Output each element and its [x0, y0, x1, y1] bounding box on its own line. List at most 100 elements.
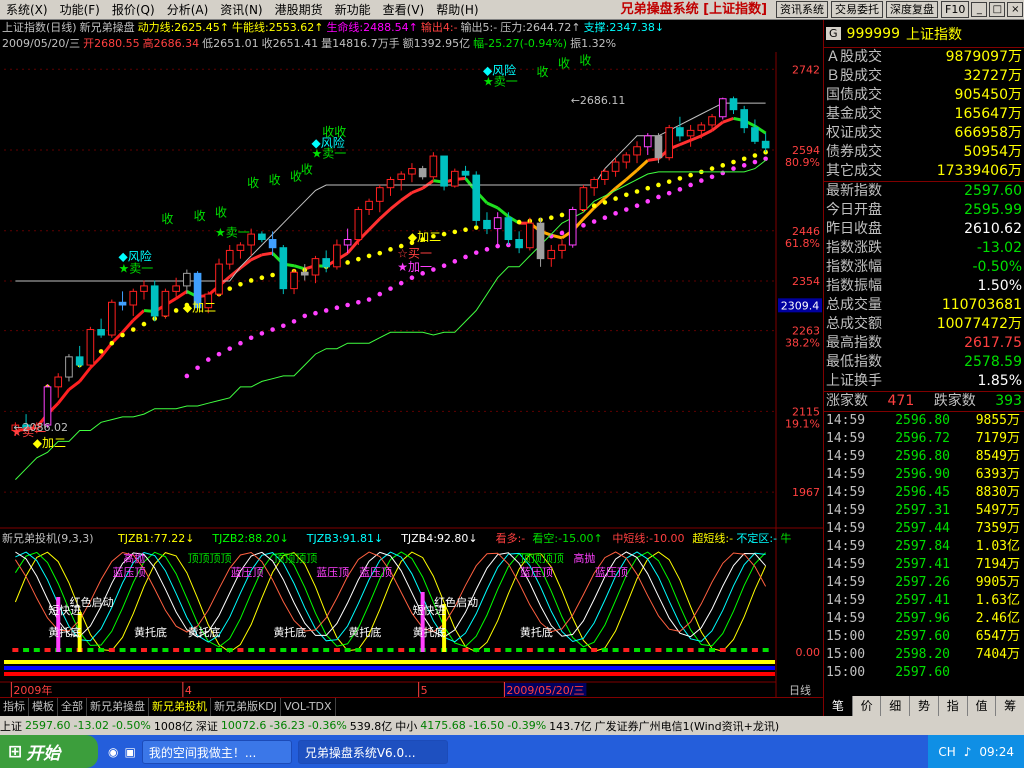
menu-item-0[interactable]: 系统(X)	[0, 1, 54, 19]
candle-body[interactable]	[161, 290, 170, 317]
desktop-icon[interactable]: ▣	[124, 745, 135, 759]
indicator-tab-4[interactable]: 新兄弟投机	[149, 698, 211, 716]
indicator-tab-1[interactable]: 模板	[29, 698, 58, 716]
candle-body[interactable]	[268, 239, 277, 249]
candle-body[interactable]	[86, 329, 95, 366]
candle-body[interactable]	[140, 285, 148, 292]
quicklaunch-icon[interactable]: ◉	[108, 745, 118, 759]
candle-body[interactable]	[461, 170, 470, 176]
candle-body[interactable]	[751, 127, 759, 142]
task-trading-app[interactable]: 兄弟操盘系统V6.0...	[297, 739, 448, 764]
main-chart[interactable]: 2742259480.9%244661.8%2354226338.2%21151…	[0, 52, 823, 697]
candle-body[interactable]	[172, 285, 180, 292]
candle-body[interactable]	[97, 329, 105, 336]
candle-body[interactable]	[440, 155, 448, 187]
tick-list[interactable]: 14:59 2596.80 9855万 14:59 2596.72 7179万 14:59 2…	[824, 412, 1024, 682]
indicator-tab-5[interactable]: 新兄弟版KDJ	[211, 698, 281, 716]
candle-body[interactable]	[290, 271, 298, 290]
start-button[interactable]: ⊞ 开始	[0, 735, 98, 768]
candle-body[interactable]	[708, 116, 716, 126]
menu-item-3[interactable]: 分析(A)	[161, 1, 215, 19]
indicator-tab-0[interactable]: 指标	[0, 698, 29, 716]
toolbar-button-2[interactable]: 深度复盘	[886, 1, 939, 18]
candle-body[interactable]	[386, 179, 395, 189]
candle-body[interactable]	[558, 244, 566, 251]
indicator-tab-3[interactable]: 新兄弟操盘	[87, 698, 149, 716]
quote-tab-1[interactable]: 价	[853, 696, 882, 716]
toolbar-button-0[interactable]: 资讯系统	[776, 1, 829, 18]
candle-body[interactable]	[740, 109, 749, 129]
candle-body[interactable]	[300, 271, 309, 276]
quote-tab-5[interactable]: 值	[968, 696, 997, 716]
candle-body[interactable]	[150, 285, 159, 317]
candle-body[interactable]	[311, 258, 320, 276]
candle-body[interactable]	[408, 168, 416, 175]
candle-body[interactable]	[761, 140, 770, 149]
candle-body[interactable]	[590, 179, 598, 189]
quote-tab-6[interactable]: 筹	[996, 696, 1024, 716]
toolbar-button-1[interactable]: 交易委托	[831, 1, 884, 18]
candle-body[interactable]	[183, 272, 191, 287]
candle-body[interactable]	[429, 155, 438, 178]
candle-body[interactable]	[108, 301, 116, 336]
speaker-icon[interactable]: ♪	[964, 745, 972, 759]
candle-body[interactable]	[601, 170, 609, 181]
menu-item-8[interactable]: 帮助(H)	[430, 1, 484, 19]
menu-item-1[interactable]: 功能(F)	[54, 1, 106, 19]
indicator-tab-6[interactable]: VOL-TDX	[281, 698, 336, 716]
candle-body[interactable]	[65, 356, 73, 378]
candle-body[interactable]	[354, 209, 363, 241]
candle-body[interactable]	[526, 222, 534, 249]
candle-body[interactable]	[43, 386, 52, 426]
candle-body[interactable]	[258, 233, 266, 241]
indicator-tab-2[interactable]: 全部	[58, 698, 87, 716]
menu-item-4[interactable]: 资讯(N)	[214, 1, 268, 19]
close-icon[interactable]: ×	[1007, 2, 1024, 17]
candle-body[interactable]	[279, 247, 288, 290]
candle-body[interactable]	[215, 263, 223, 295]
quote-tab-4[interactable]: 指	[939, 696, 968, 716]
candle-body[interactable]	[504, 217, 513, 241]
task-browser[interactable]: 我的空间我做主！...	[141, 739, 292, 764]
period-label[interactable]: 日线	[789, 683, 811, 697]
candle-body[interactable]	[493, 217, 502, 230]
candle-body[interactable]	[633, 146, 641, 156]
candle-body[interactable]	[375, 187, 384, 202]
toolbar-button-3[interactable]: F10	[941, 1, 970, 18]
quote-tab-3[interactable]: 势	[910, 696, 939, 716]
candle-body[interactable]	[729, 98, 738, 111]
candle-body[interactable]	[54, 376, 63, 388]
quote-tab-2[interactable]: 细	[881, 696, 911, 716]
candle-body[interactable]	[697, 124, 706, 131]
candle-body[interactable]	[450, 170, 459, 187]
minimize-icon[interactable]: _	[971, 2, 988, 17]
candle-body[interactable]	[622, 154, 631, 163]
candle-body[interactable]	[643, 135, 652, 148]
candle-body[interactable]	[75, 356, 84, 366]
menu-item-7[interactable]: 查看(V)	[377, 1, 431, 19]
candle-body[interactable]	[118, 301, 127, 306]
candle-body[interactable]	[536, 222, 545, 260]
candle-body[interactable]	[686, 129, 695, 137]
restore-icon[interactable]: □	[989, 2, 1006, 17]
candle-body[interactable]	[568, 209, 577, 246]
candle-body[interactable]	[343, 239, 352, 246]
menu-item-6[interactable]: 新功能	[329, 1, 377, 19]
candle-body[interactable]	[654, 135, 663, 159]
candle-body[interactable]	[718, 98, 727, 118]
candle-body[interactable]	[472, 174, 481, 221]
candle-body[interactable]	[418, 168, 427, 178]
menu-item-2[interactable]: 报价(Q)	[106, 1, 161, 19]
menu-item-5[interactable]: 港股期货	[269, 1, 329, 19]
candle-body[interactable]	[397, 173, 406, 181]
candle-body[interactable]	[611, 161, 620, 172]
quote-tab-0[interactable]: 笔	[824, 696, 853, 716]
candle-body[interactable]	[333, 244, 341, 268]
language-indicator[interactable]: CH	[938, 745, 955, 759]
candle-body[interactable]	[225, 249, 234, 265]
candle-body[interactable]	[579, 187, 588, 211]
candle-body[interactable]	[365, 200, 373, 211]
candle-body[interactable]	[676, 127, 684, 137]
candle-body[interactable]	[665, 127, 673, 159]
candle-body[interactable]	[483, 219, 491, 230]
